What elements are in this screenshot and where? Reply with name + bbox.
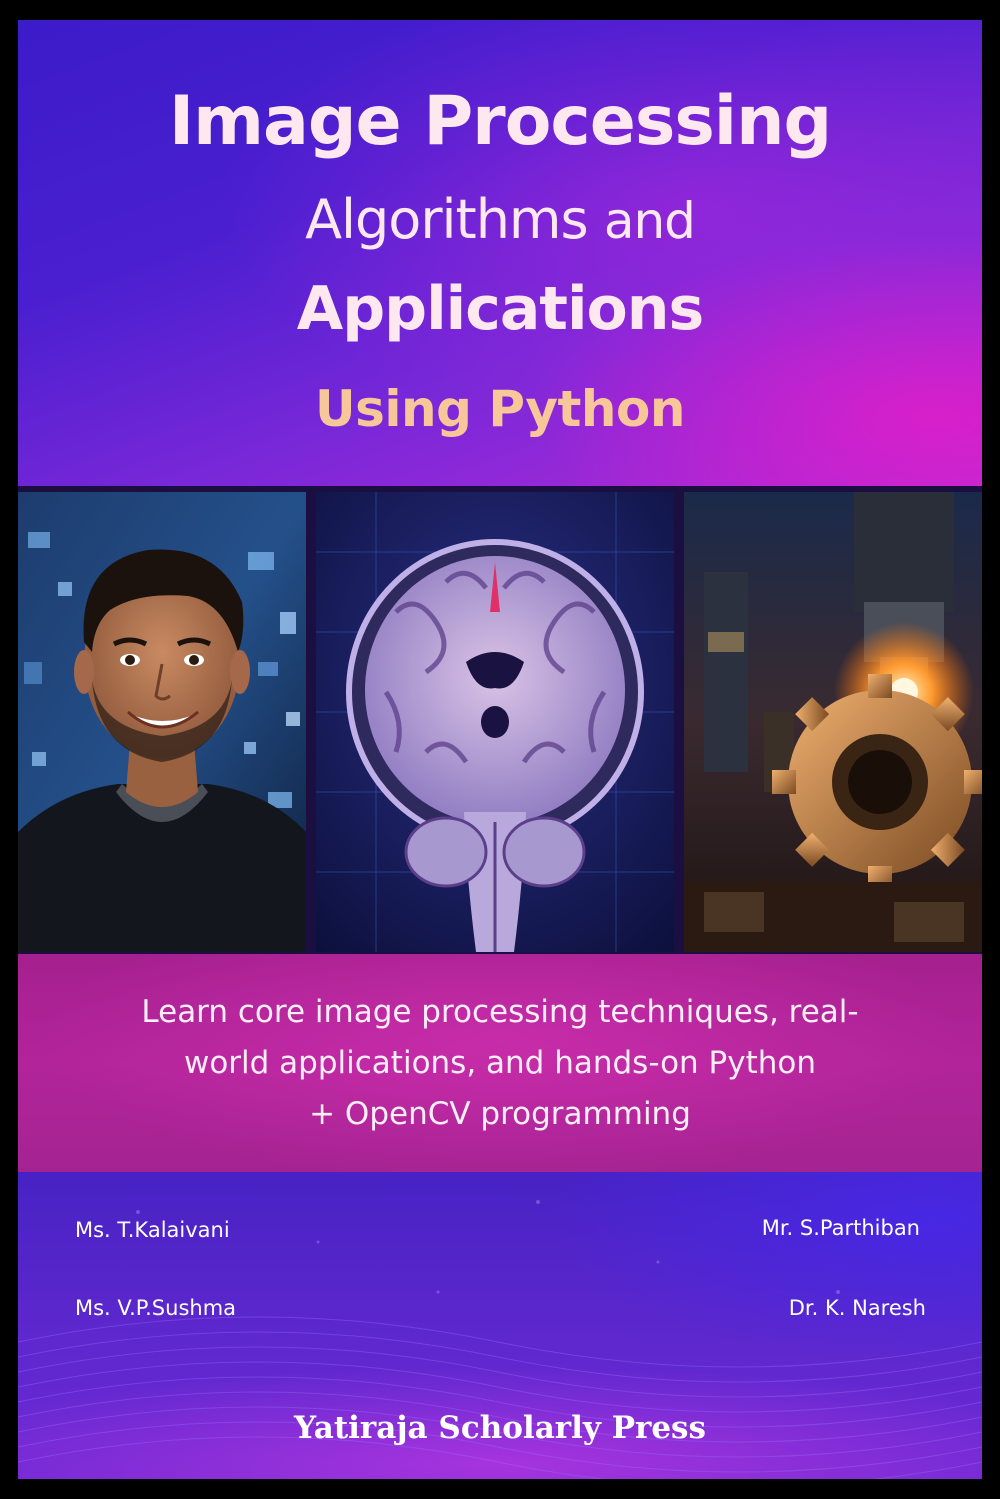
description-line-3: + OpenCV programming: [309, 1096, 691, 1132]
book-cover: Image Processing Algorithms and Applicat…: [18, 20, 982, 1479]
description-band: Learn core image processing techniques, …: [18, 954, 982, 1172]
portrait-photo: [18, 492, 306, 952]
title-line-2: Algorithms and: [18, 188, 982, 251]
title-band: Image Processing Algorithms and Applicat…: [18, 20, 982, 486]
author-right-2: Dr. K. Naresh: [788, 1296, 926, 1320]
title-algorithms: Algorithms: [305, 188, 589, 251]
authors-band: Ms. T.Kalaivani Ms. V.P.Sushma Mr. S.Par…: [18, 1172, 982, 1479]
industrial-gear-photo: [684, 492, 982, 952]
title-and: and: [603, 192, 696, 250]
author-left-2: Ms. V.P.Sushma: [75, 1296, 237, 1320]
photo-strip: [18, 486, 982, 954]
description-line-2: world applications, and hands-on Python: [183, 1045, 817, 1081]
title-line-3: Applications: [296, 274, 704, 344]
description-line-1: Learn core image processing techniques, …: [141, 994, 859, 1030]
author-right-1: Mr. S.Parthiban: [761, 1216, 920, 1240]
publisher-name: Yatiraja Scholarly Press: [294, 1410, 706, 1446]
brain-mri-photo: [316, 492, 674, 952]
author-left-1: Ms. T.Kalaivani: [75, 1218, 230, 1242]
title-line-1: Image Processing: [168, 82, 832, 161]
subtitle: Using Python: [315, 380, 685, 438]
